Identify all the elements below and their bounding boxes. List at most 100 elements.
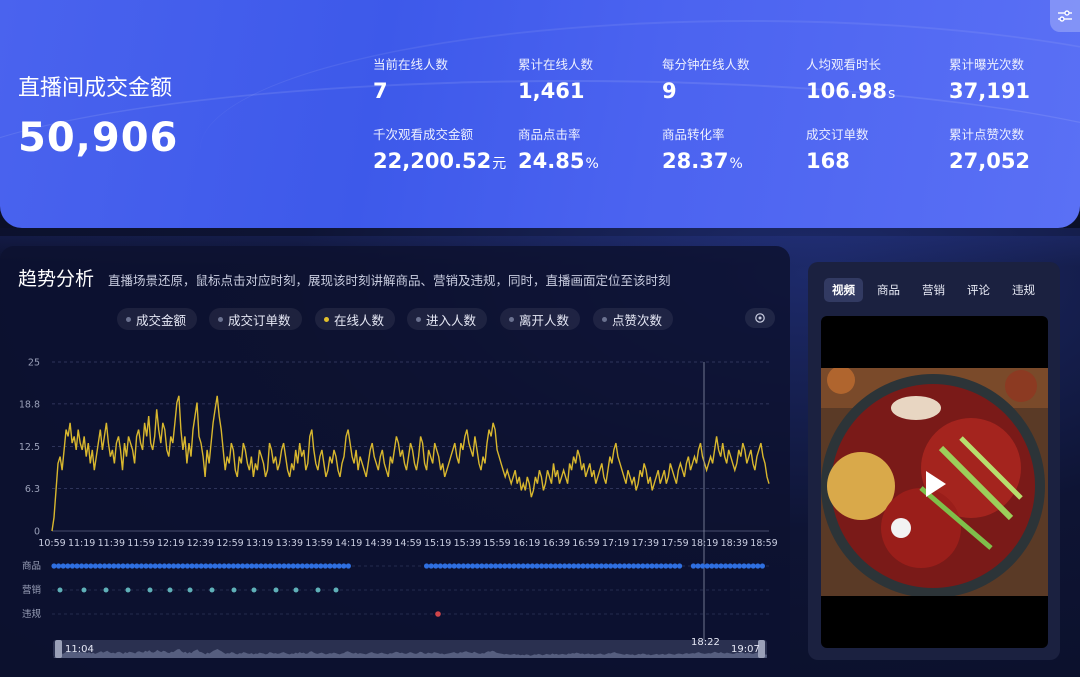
metric-label: 累计曝光次数: [949, 57, 1025, 72]
goods-marker: [603, 563, 609, 569]
trend-chart[interactable]: 0 6.3 12.5 18.8 25 10:59 11:19 11:39 11:59 12:19…: [0, 350, 790, 670]
metric-value: 37,191: [949, 79, 1031, 103]
legend-enter[interactable]: 进入人数: [407, 308, 488, 330]
x-tick-label: 18:19: [691, 538, 718, 549]
row-label: 违规: [22, 609, 42, 620]
goods-marker: [493, 563, 499, 569]
legend-dot: [126, 316, 131, 322]
goods-marker: [148, 563, 154, 569]
x-tick-label: 11:39: [98, 538, 125, 549]
marketing-marker: [147, 587, 153, 593]
tab-video[interactable]: 视频: [824, 278, 863, 302]
legend-likes[interactable]: 点赞次数: [593, 308, 674, 330]
goods-marker: [667, 563, 674, 569]
goods-marker: [230, 563, 236, 569]
goods-marker: [470, 563, 476, 569]
row-label: 商品: [22, 560, 41, 572]
goods-marker: [336, 563, 342, 569]
x-tick-label: 13:39: [276, 538, 303, 549]
goods-marker: [447, 563, 453, 569]
y-axis-ticks: 0 6.3 12.5 18.8 25: [19, 358, 40, 538]
goods-marker: [134, 563, 140, 569]
tab-violations[interactable]: 违规: [1004, 278, 1043, 302]
cursor-time-label: 18:22: [691, 637, 720, 648]
goods-marker: [120, 563, 126, 569]
goods-marker: [125, 563, 131, 569]
metric-label: 累计点赞次数: [949, 127, 1025, 142]
goods-marker: [143, 563, 149, 569]
legend-settings-button[interactable]: [745, 308, 775, 328]
goods-marker: [621, 563, 628, 569]
goods-marker: [566, 563, 572, 569]
metric-label: 累计在线人数: [518, 57, 594, 72]
tab-goods[interactable]: 商品: [869, 278, 908, 302]
play-icon[interactable]: [926, 471, 946, 497]
goods-marker: [741, 563, 747, 569]
goods-marker: [695, 563, 701, 569]
marketing-marker: [231, 587, 237, 593]
settings-button[interactable]: [1050, 0, 1080, 32]
x-tick-label: 13:19: [246, 538, 273, 549]
legend-online[interactable]: 在线人数: [315, 308, 396, 330]
legend-label: 成交金额: [136, 312, 187, 328]
slider-preview: [53, 649, 767, 658]
marketing-marker: [251, 587, 257, 593]
goods-marker: [511, 563, 517, 569]
goods-marker: [69, 563, 75, 569]
slider-start-handle[interactable]: [55, 640, 62, 658]
goods-marker: [428, 563, 434, 569]
marketing-marker: [315, 587, 321, 593]
metric-conversion-rate: 商品转化率 28.37%: [662, 124, 743, 173]
goods-marker: [529, 563, 536, 569]
goods-marker: [65, 563, 71, 569]
time-range-slider[interactable]: [53, 640, 767, 658]
tab-comments[interactable]: 评论: [959, 278, 998, 302]
goods-marker: [483, 563, 489, 569]
x-tick-label: 14:59: [394, 538, 421, 549]
goods-marker: [451, 563, 457, 569]
legend-gmv[interactable]: 成交金额: [117, 308, 198, 330]
metric-label: 人均观看时长: [806, 57, 882, 72]
legend-label: 在线人数: [334, 312, 385, 328]
legend-dot: [509, 316, 514, 322]
legend-orders[interactable]: 成交订单数: [209, 308, 302, 330]
x-tick-label: 16:39: [543, 538, 570, 549]
goods-marker: [281, 563, 287, 569]
x-tick-label: 16:19: [513, 538, 540, 549]
legend-leave[interactable]: 离开人数: [500, 308, 581, 330]
goods-marker: [557, 563, 563, 569]
goods-marker: [709, 563, 715, 569]
metric-value: 7: [373, 79, 388, 103]
goods-marker: [286, 563, 292, 569]
video-player[interactable]: [821, 316, 1048, 648]
goods-marker: [299, 563, 305, 569]
goods-marker: [516, 563, 522, 569]
goods-marker: [594, 563, 600, 569]
goods-marker: [654, 563, 660, 569]
x-tick-label: 17:39: [632, 538, 659, 549]
range-start-label: 11:04: [65, 644, 94, 655]
goods-marker: [295, 563, 301, 569]
goods-marker: [226, 563, 232, 569]
goods-marker: [249, 563, 255, 569]
goods-marker: [474, 563, 480, 569]
goods-marker: [115, 563, 121, 569]
x-tick-label: 17:19: [602, 538, 629, 549]
goods-marker: [56, 563, 62, 569]
legend-label: 点赞次数: [612, 312, 663, 328]
goods-marker: [424, 563, 430, 569]
range-end-label: 19:07: [731, 644, 760, 655]
tab-marketing[interactable]: 营销: [914, 278, 953, 302]
goods-marker: [217, 563, 223, 569]
metric-value: 168: [806, 149, 850, 173]
goods-marker: [253, 563, 259, 569]
goods-marker: [318, 563, 324, 569]
y-tick-label: 25: [28, 358, 40, 369]
goods-marker: [341, 563, 347, 569]
goods-marker: [488, 563, 494, 569]
goods-marker: [548, 563, 554, 569]
gmv-value: 50,906: [18, 115, 179, 161]
goods-marker: [309, 563, 315, 569]
goods-marker: [497, 563, 503, 569]
goods-marker: [276, 563, 282, 569]
